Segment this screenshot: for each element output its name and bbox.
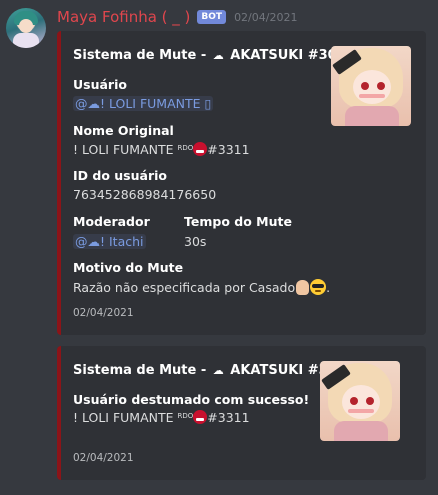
- sunglasses-emoji: [310, 279, 327, 295]
- thumb-body: [334, 421, 388, 441]
- embed-description: ! LOLI FUMANTE RDO #3311: [73, 410, 250, 425]
- author-suffix: AKATSUKI #300: [230, 48, 346, 63]
- user-avatar[interactable]: [6, 8, 46, 48]
- field-id-name: ID do usuário: [73, 168, 167, 183]
- motivo-period: .: [326, 280, 331, 295]
- field-motivo-name: Motivo do Mute: [73, 260, 184, 275]
- desc-text: ! LOLI FUMANTE: [73, 410, 174, 425]
- anime-thumbnail[interactable]: [331, 46, 411, 126]
- field-id-value: 763452868984176650: [73, 187, 217, 202]
- mute-embed: Sistema de Mute - ☁ AKATSUKI #300 Usuári…: [57, 31, 426, 335]
- nome-original-text: ! LOLI FUMANTE: [73, 142, 174, 157]
- thumb-eye: [350, 397, 358, 405]
- desc-tag: #3311: [207, 410, 250, 425]
- field-nome-original-name: Nome Original: [73, 123, 174, 138]
- thumb-face: [342, 385, 380, 419]
- nome-original-tag: #3311: [207, 142, 250, 157]
- angry-emoji: [193, 142, 208, 156]
- thumb-eye: [361, 82, 369, 90]
- angry-emoji: [193, 410, 208, 424]
- author-prefix: Sistema de Mute -: [73, 48, 207, 63]
- hand-emoji: [296, 280, 310, 295]
- cloud-icon: ☁: [212, 49, 224, 62]
- user-mention[interactable]: @☁! LOLI FUMANTE ▯: [73, 96, 214, 111]
- avatar-face: [19, 19, 33, 33]
- field-moderador-name: Moderador: [73, 214, 150, 229]
- message-header: Maya Fofinha ( _ ) BOT 02/04/2021: [57, 7, 297, 27]
- thumb-blush: [359, 94, 385, 98]
- field-usuario-name: Usuário: [73, 77, 127, 92]
- field-tempo-name: Tempo do Mute: [184, 214, 292, 229]
- nome-original-sup: RDO: [177, 144, 194, 152]
- field-usuario-value: @☁! LOLI FUMANTE ▯: [73, 96, 214, 111]
- thumb-eye: [377, 82, 385, 90]
- thumb-body: [345, 106, 399, 126]
- embed-author: Sistema de Mute - ☁ AKATSUKI #300: [73, 48, 346, 63]
- motivo-text: Razão não especificada por Casado: [73, 280, 296, 295]
- field-nome-original-value: ! LOLI FUMANTE RDO #3311: [73, 142, 250, 157]
- message-timestamp[interactable]: 02/04/2021: [234, 11, 297, 24]
- thumb-face: [353, 70, 391, 104]
- desc-sup: RDO: [177, 412, 194, 420]
- embed-footer: 02/04/2021: [73, 452, 134, 464]
- author-prefix: Sistema de Mute -: [73, 363, 207, 378]
- field-moderador-value: @☁! Itachi: [73, 234, 146, 249]
- embed-footer: 02/04/2021: [73, 307, 134, 319]
- bot-tag: BOT: [197, 10, 227, 24]
- field-tempo-value: 30s: [184, 234, 207, 249]
- thumb-eye: [366, 397, 374, 405]
- thumb-blush: [348, 409, 374, 413]
- field-motivo-value: Razão não especificada por Casado.: [73, 279, 330, 295]
- unmute-embed: Sistema de Mute - ☁ AKATSUKI #300 Usuári…: [57, 346, 426, 480]
- username[interactable]: Maya Fofinha ( _ ): [57, 8, 190, 26]
- anime-thumbnail[interactable]: [320, 361, 400, 441]
- embed-title: Usuário destumado com sucesso!: [73, 392, 310, 407]
- cloud-icon: ☁: [212, 364, 224, 377]
- avatar-body: [13, 33, 39, 48]
- moderator-mention[interactable]: @☁! Itachi: [73, 234, 146, 249]
- embed-author: Sistema de Mute - ☁ AKATSUKI #300: [73, 363, 346, 378]
